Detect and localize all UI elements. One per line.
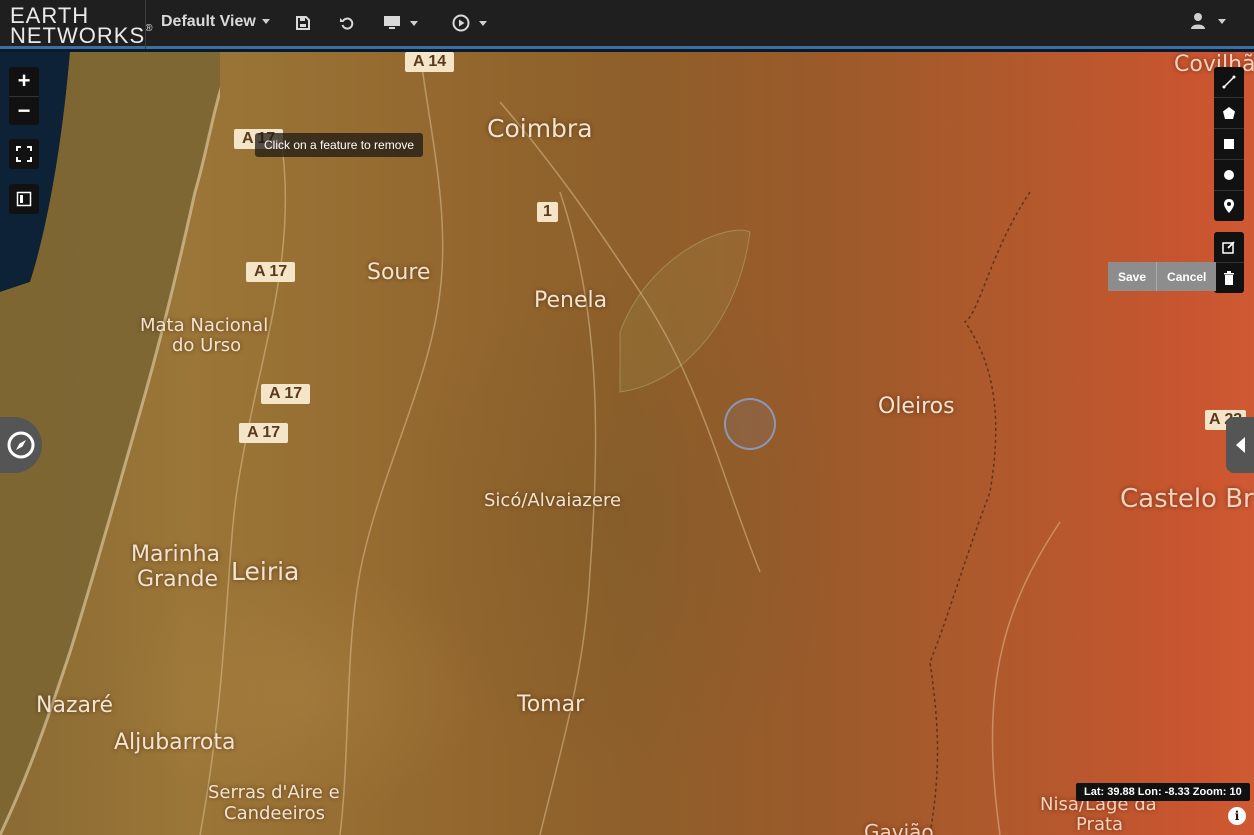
place-label: Coimbra [487,114,593,143]
place-label: Serras d'Aire e [208,782,340,803]
brand-logo: EARTH NETWORKS® [8,3,152,48]
place-label: do Urso [172,335,242,356]
edit-toolbar [1214,232,1244,293]
trash-icon [1224,271,1234,285]
draw-line-button[interactable] [1214,67,1244,98]
place-label: Nazaré [36,693,114,718]
undo-icon [340,17,354,30]
fullscreen-button[interactable] [9,139,39,169]
chevron-left-icon [1236,437,1245,453]
draw-toolbar [1214,67,1244,221]
zoom-control: + − [9,67,39,125]
fullscreen-icon [16,146,32,162]
place-label: Leiria [231,557,300,586]
panel-icon [16,191,32,207]
divider [145,0,146,49]
view-selector-button[interactable]: Default View [161,13,270,31]
monitor-icon [384,16,400,29]
chevron-down-icon [1218,18,1226,24]
zoom-in-button[interactable]: + [9,67,39,97]
place-label: Sicó/Alvaiazere [484,490,622,511]
place-label: Marinha [131,542,220,567]
display-menu-button[interactable] [383,12,418,34]
draw-marker-button[interactable] [1214,191,1244,221]
polygon-icon [1223,107,1235,119]
road-shield: A 17 [261,384,311,404]
play-icon [452,14,470,32]
undo-button[interactable] [339,12,355,34]
road-shield: 1 [537,202,558,222]
drawn-circle-feature[interactable] [724,398,776,450]
draw-rectangle-button[interactable] [1214,129,1244,160]
edit-actions: Save Cancel [1108,262,1217,291]
map-tooltip: Click on a feature to remove [255,133,424,157]
coordinates-readout: Lat: 39.88 Lon: -8.33 Zoom: 10 [1076,783,1250,801]
side-panel-toggle[interactable] [1226,417,1254,473]
zoom-out-button[interactable]: − [9,97,39,126]
place-label: Penela [534,288,608,313]
chevron-down-icon [479,20,487,26]
chevron-down-icon [261,19,270,25]
place-label: Grande [137,567,219,592]
brand-line2: NETWORKS® [10,23,154,48]
place-label: Aljubarrota [114,730,236,755]
layers-panel-button[interactable] [9,184,39,214]
top-bar: EARTH NETWORKS® Default View [0,0,1254,49]
chevron-down-icon [410,20,418,26]
map-canvas[interactable]: Coimbra Soure Penela Mata Nacional do Ur… [0,52,1254,835]
save-edits-button[interactable]: Save [1108,262,1157,291]
draw-polygon-button[interactable] [1214,98,1244,129]
cancel-edits-button[interactable]: Cancel [1156,262,1217,291]
circle-icon [1224,170,1234,180]
view-selector-label: Default View [161,13,256,30]
playback-menu-button[interactable] [452,12,487,34]
info-button[interactable]: i [1228,807,1246,825]
place-label: Castelo Br [1120,484,1254,514]
place-label: Candeeiros [224,803,325,824]
map-marker-icon [1224,199,1234,213]
user-icon [1191,13,1205,29]
user-menu-button[interactable] [1190,12,1226,30]
compass-icon [7,431,35,459]
save-icon [296,16,310,30]
draw-circle-button[interactable] [1214,160,1244,191]
edit-icon [1222,241,1235,254]
road-shield: A 17 [246,262,296,282]
place-label: Mata Nacional [140,315,269,336]
rectangle-icon [1224,139,1234,149]
road-network [199,52,1061,835]
place-label: Tomar [517,692,585,717]
place-label: Oleiros [878,394,955,419]
save-button[interactable] [295,12,311,34]
polyline-icon [1222,75,1236,89]
place-label: Prata [1076,814,1124,835]
place-label: Gavião [864,820,934,835]
delete-layers-button[interactable] [1214,263,1244,293]
road-shield: A 17 [239,423,289,443]
place-label: Soure [367,260,431,285]
edit-layers-button[interactable] [1214,232,1244,263]
road-shield: A 14 [405,52,455,72]
